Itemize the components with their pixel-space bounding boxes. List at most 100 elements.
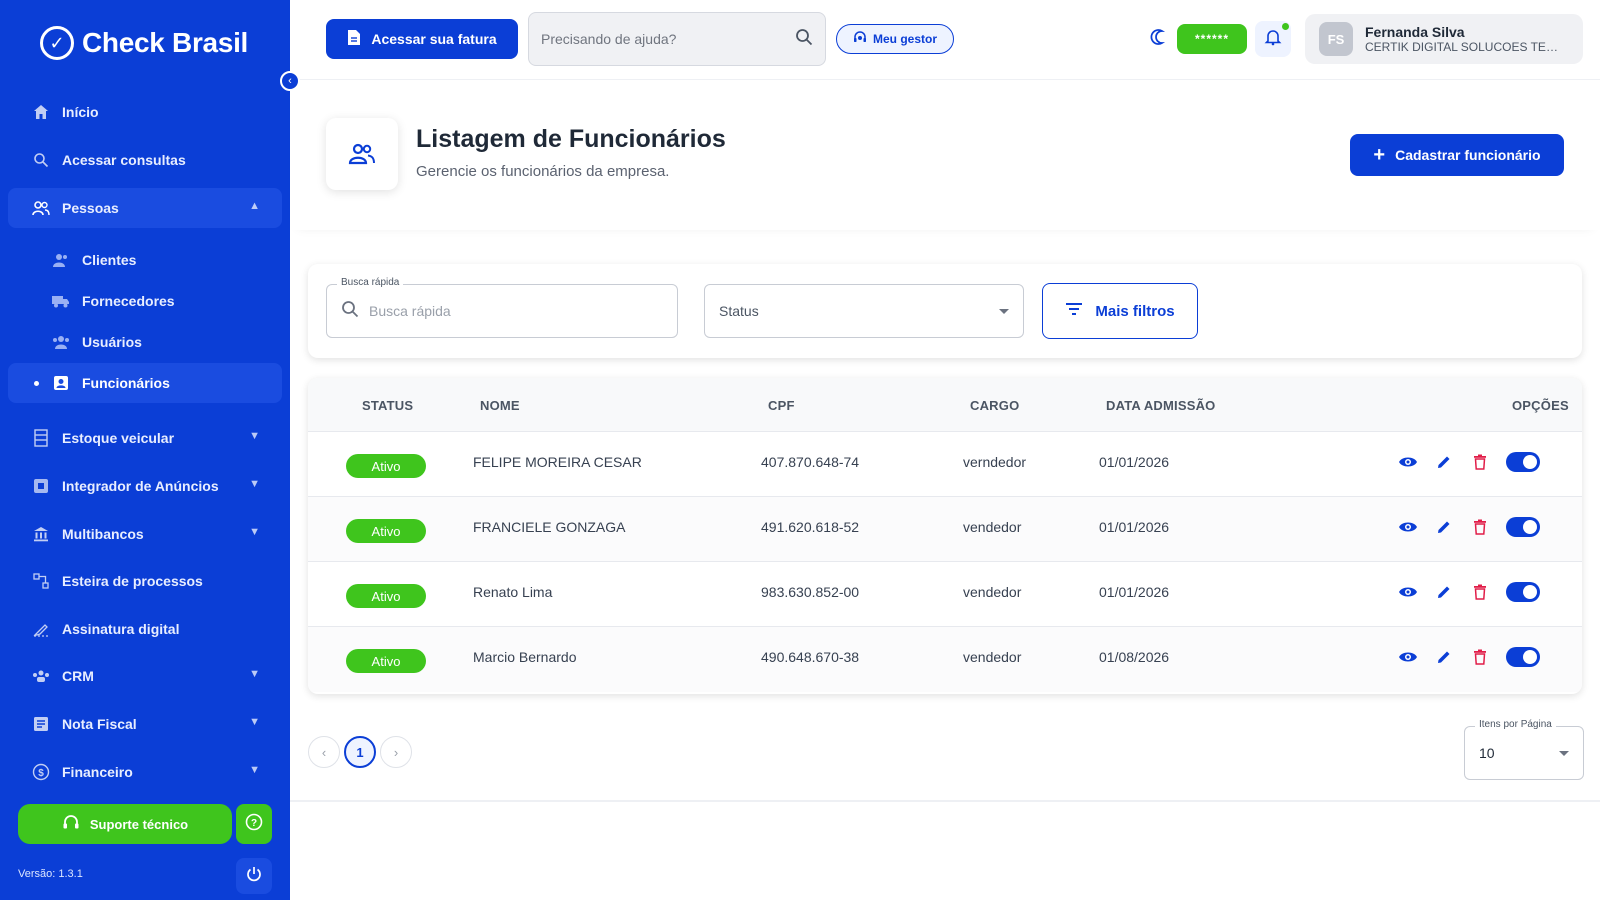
help-search-input[interactable] bbox=[541, 31, 795, 47]
sidebar-item-usuarios[interactable]: Usuários bbox=[8, 322, 282, 362]
sidebar-item-label: Multibancos bbox=[62, 526, 144, 542]
sidebar-item-multibancos[interactable]: Multibancos ▼ bbox=[8, 514, 282, 554]
view-icon[interactable] bbox=[1398, 517, 1418, 537]
employee-admission-date: 01/01/2026 bbox=[1099, 454, 1170, 470]
column-header-data-admissao: DATA ADMISSÃO bbox=[1106, 398, 1216, 413]
active-toggle[interactable] bbox=[1506, 517, 1540, 537]
active-toggle[interactable] bbox=[1506, 582, 1540, 602]
user-name: Fernanda Silva bbox=[1365, 24, 1465, 40]
employee-admission-date: 01/01/2026 bbox=[1099, 584, 1170, 600]
access-invoice-button[interactable]: Acessar sua fatura bbox=[326, 19, 518, 59]
dropdown-arrow-icon bbox=[1559, 750, 1569, 756]
chevron-right-icon: › bbox=[393, 744, 399, 760]
delete-icon[interactable] bbox=[1470, 582, 1490, 602]
my-manager-button[interactable]: Meu gestor bbox=[836, 24, 954, 54]
edit-icon[interactable] bbox=[1434, 452, 1454, 472]
edit-icon[interactable] bbox=[1434, 517, 1454, 537]
add-employee-button[interactable]: + Cadastrar funcionário bbox=[1350, 134, 1564, 176]
delete-icon[interactable] bbox=[1470, 647, 1490, 667]
support-label: Suporte técnico bbox=[89, 816, 189, 832]
sidebar-item-fornecedores[interactable]: Fornecedores bbox=[8, 281, 282, 321]
sidebar-item-label: Esteira de processos bbox=[62, 573, 203, 589]
hidden-balance-pill[interactable]: ****** bbox=[1177, 24, 1247, 54]
delete-icon[interactable] bbox=[1470, 517, 1490, 537]
delete-icon[interactable] bbox=[1470, 452, 1490, 472]
sidebar-item-acessar-consultas[interactable]: Acessar consultas bbox=[8, 140, 282, 180]
sidebar-item-label: Financeiro bbox=[62, 764, 133, 780]
help-circle-icon: ? bbox=[245, 813, 263, 836]
bell-icon bbox=[1264, 28, 1282, 51]
sidebar-item-financeiro[interactable]: $ Financeiro ▼ bbox=[8, 752, 282, 792]
logout-button[interactable] bbox=[236, 858, 272, 894]
edit-icon[interactable] bbox=[1434, 582, 1454, 602]
active-toggle[interactable] bbox=[1506, 647, 1540, 667]
add-employee-label: Cadastrar funcionário bbox=[1395, 147, 1541, 163]
sidebar-item-label: Estoque veicular bbox=[62, 430, 175, 446]
sidebar-item-funcionarios[interactable]: Funcionários bbox=[8, 363, 282, 403]
page-title: Listagem de Funcionários bbox=[416, 125, 726, 153]
notification-dot bbox=[1282, 23, 1289, 30]
toggle-knob bbox=[1523, 520, 1537, 534]
view-icon[interactable] bbox=[1398, 452, 1418, 472]
signature-icon bbox=[32, 620, 50, 638]
app-version: Versão: 1.3.1 bbox=[18, 868, 83, 880]
sidebar-item-label: Clientes bbox=[82, 252, 137, 268]
view-icon[interactable] bbox=[1398, 647, 1418, 667]
sidebar-item-label: Assinatura digital bbox=[62, 621, 180, 637]
workflow-icon bbox=[32, 572, 50, 590]
more-filters-button[interactable]: Mais filtros bbox=[1042, 283, 1198, 339]
sidebar-collapse-button[interactable]: ‹ bbox=[280, 71, 300, 91]
notifications-button[interactable] bbox=[1255, 21, 1291, 57]
quick-search-legend: Busca rápida bbox=[337, 277, 404, 288]
employees-table: STATUS NOME CPF CARGO DATA ADMISSÃO OPÇÕ… bbox=[308, 378, 1582, 694]
sidebar-item-clientes[interactable]: Clientes bbox=[8, 240, 282, 280]
toggle-knob bbox=[1523, 455, 1537, 469]
sidebar-item-pessoas[interactable]: Pessoas ▲ bbox=[8, 188, 282, 228]
dropdown-arrow-icon bbox=[999, 308, 1009, 314]
active-toggle[interactable] bbox=[1506, 452, 1540, 472]
page-header: Listagem de Funcionários Gerencie os fun… bbox=[290, 80, 1600, 230]
quick-search-input[interactable] bbox=[369, 303, 663, 319]
previous-page-button[interactable]: ‹ bbox=[308, 736, 340, 768]
chevron-up-icon: ▲ bbox=[249, 200, 260, 212]
chevron-down-icon: ▼ bbox=[249, 430, 260, 442]
sidebar-item-label: CRM bbox=[62, 668, 94, 684]
brand-logo[interactable]: ✓ Check Brasil bbox=[40, 26, 248, 60]
items-per-page-select[interactable]: Itens por Página 10 bbox=[1464, 719, 1584, 780]
sidebar-item-crm[interactable]: CRM ▼ bbox=[8, 656, 282, 696]
employee-cpf: 407.870.648-74 bbox=[761, 454, 860, 470]
employee-cpf: 490.648.670-38 bbox=[761, 649, 860, 665]
employee-cpf: 983.630.852-00 bbox=[761, 584, 860, 600]
page-button-current[interactable]: 1 bbox=[344, 736, 376, 768]
sidebar-item-assinatura-digital[interactable]: Assinatura digital bbox=[8, 609, 282, 649]
view-icon[interactable] bbox=[1398, 582, 1418, 602]
edit-icon[interactable] bbox=[1434, 647, 1454, 667]
support-button[interactable]: Suporte técnico bbox=[18, 804, 232, 844]
document-icon bbox=[347, 29, 361, 49]
check-logo-icon: ✓ bbox=[40, 26, 74, 60]
sidebar-item-nota-fiscal[interactable]: Nota Fiscal ▼ bbox=[8, 704, 282, 744]
help-button[interactable]: ? bbox=[236, 804, 272, 844]
sidebar-item-integrador-anuncios[interactable]: Integrador de Anúncios ▼ bbox=[8, 466, 282, 506]
plus-icon: + bbox=[1373, 144, 1386, 166]
toggle-knob bbox=[1523, 650, 1537, 664]
topbar: Acessar sua fatura Meu gestor ****** FS … bbox=[290, 0, 1600, 80]
help-search-box bbox=[528, 12, 826, 66]
filters-panel: Busca rápida Status Mais filtros bbox=[308, 264, 1582, 358]
sidebar-item-esteira-processos[interactable]: Esteira de processos bbox=[8, 561, 282, 601]
row-actions bbox=[1398, 582, 1540, 602]
sidebar-item-estoque-veicular[interactable]: Estoque veicular ▼ bbox=[8, 418, 282, 458]
next-page-button[interactable]: › bbox=[380, 736, 412, 768]
moon-icon bbox=[1150, 28, 1168, 51]
sidebar-item-label: Nota Fiscal bbox=[62, 716, 137, 732]
page-subtitle: Gerencie os funcionários da empresa. bbox=[416, 163, 670, 180]
sidebar-item-inicio[interactable]: Início bbox=[8, 92, 282, 132]
avatar: FS bbox=[1319, 22, 1353, 56]
dark-mode-toggle[interactable] bbox=[1148, 28, 1170, 50]
status-select[interactable]: Status bbox=[704, 284, 1024, 338]
user-menu[interactable]: FS Fernanda Silva CERTIK DIGITAL SOLUCOE… bbox=[1305, 14, 1583, 64]
employee-name: FELIPE MOREIRA CESAR bbox=[473, 454, 642, 470]
table-row: Ativo Renato Lima 983.630.852-00 vendedo… bbox=[308, 562, 1582, 627]
search-icon[interactable] bbox=[795, 28, 813, 51]
support-agent-icon bbox=[853, 30, 867, 48]
